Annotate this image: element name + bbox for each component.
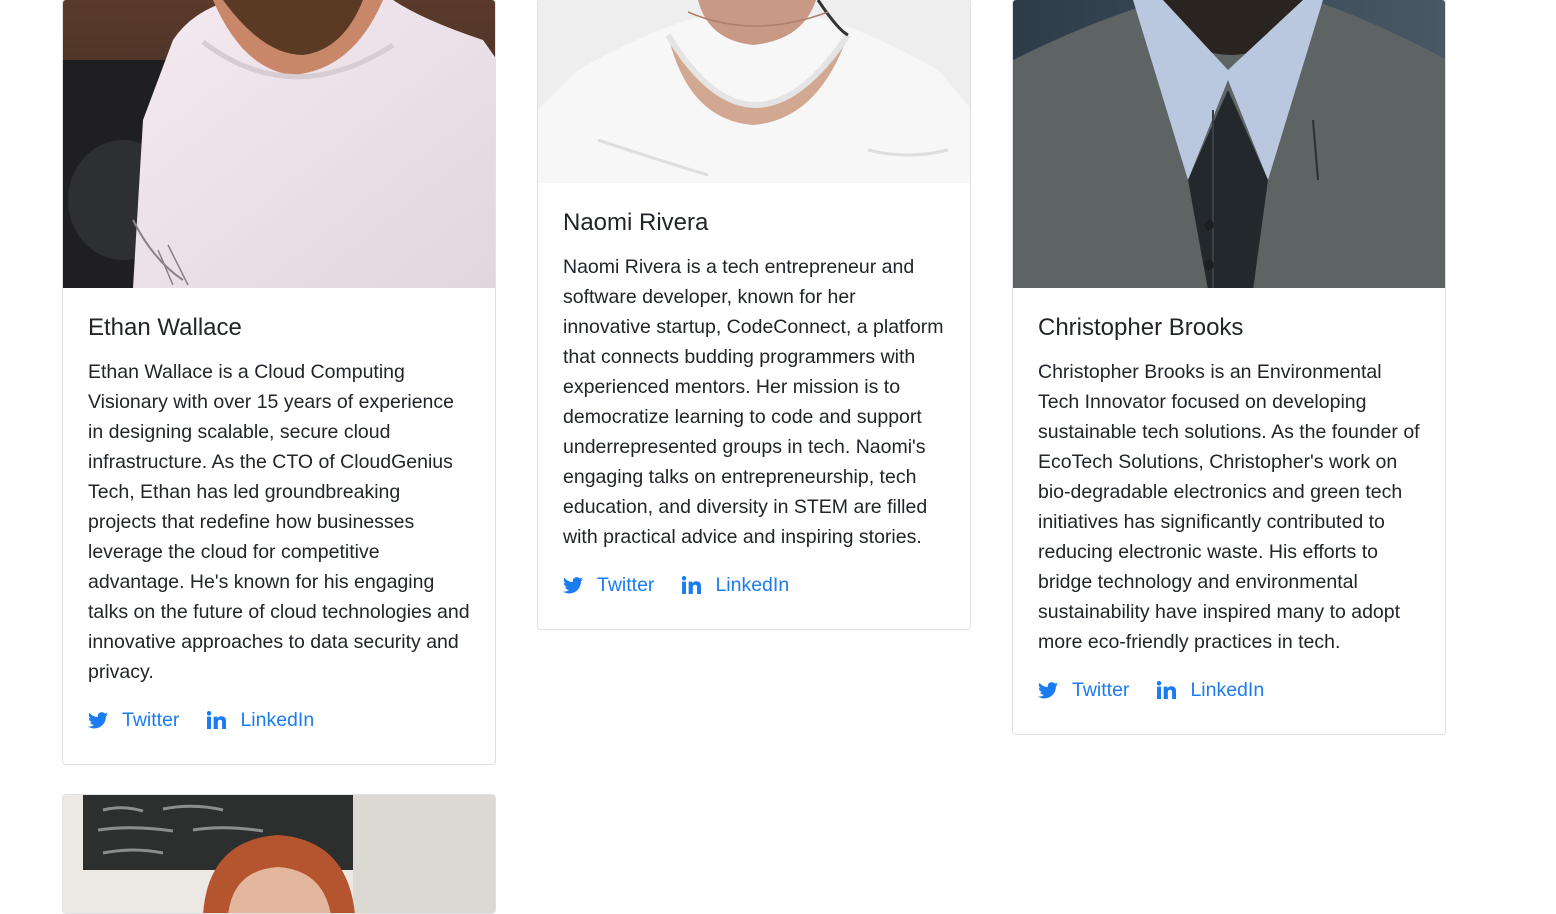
speaker-photo xyxy=(1013,0,1445,288)
speaker-card-partial xyxy=(62,794,496,914)
twitter-link[interactable]: Twitter xyxy=(1038,679,1129,702)
social-links: Twitter LinkedIn xyxy=(563,570,945,600)
speaker-photo xyxy=(63,0,495,288)
linkedin-link[interactable]: LinkedIn xyxy=(1157,679,1264,702)
speaker-card-ethan-wallace: Ethan Wallace Ethan Wallace is a Cloud C… xyxy=(62,0,496,765)
speaker-card-naomi-rivera: Naomi Rivera Naomi Rivera is a tech entr… xyxy=(537,0,971,630)
speaker-photo xyxy=(63,795,495,913)
speaker-bio: Christopher Brooks is an Environmental T… xyxy=(1038,361,1420,653)
linkedin-link[interactable]: LinkedIn xyxy=(207,709,314,732)
linkedin-label: LinkedIn xyxy=(240,708,315,731)
twitter-icon xyxy=(88,711,108,728)
twitter-label: Twitter xyxy=(122,708,180,731)
speaker-card-christopher-brooks: Christopher Brooks Christopher Brooks is… xyxy=(1012,0,1446,735)
speaker-name: Christopher Brooks xyxy=(1038,314,1244,341)
social-links: Twitter LinkedIn xyxy=(1038,675,1420,705)
twitter-icon xyxy=(563,576,583,593)
twitter-link[interactable]: Twitter xyxy=(563,574,654,597)
linkedin-icon xyxy=(1157,681,1177,699)
linkedin-label: LinkedIn xyxy=(1190,678,1265,701)
linkedin-icon xyxy=(682,576,702,594)
speaker-bio: Naomi Rivera is a tech entrepreneur and … xyxy=(563,256,944,548)
linkedin-link[interactable]: LinkedIn xyxy=(682,574,789,597)
speaker-name: Naomi Rivera xyxy=(563,209,709,236)
twitter-label: Twitter xyxy=(1072,678,1130,701)
twitter-link[interactable]: Twitter xyxy=(88,709,179,732)
social-links: Twitter LinkedIn xyxy=(88,705,470,735)
speaker-name: Ethan Wallace xyxy=(88,314,242,341)
linkedin-label: LinkedIn xyxy=(715,573,790,596)
speaker-photo xyxy=(538,0,970,183)
twitter-icon xyxy=(1038,681,1058,698)
linkedin-icon xyxy=(207,711,227,729)
speaker-bio: Ethan Wallace is a Cloud Computing Visio… xyxy=(88,361,470,683)
twitter-label: Twitter xyxy=(597,573,655,596)
